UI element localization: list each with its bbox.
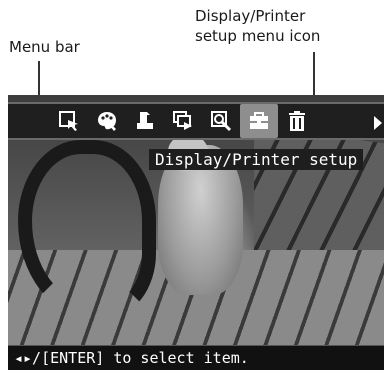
arrow-right-icon[interactable]	[374, 116, 382, 130]
search-icon[interactable]	[202, 104, 240, 138]
print-icon[interactable]	[126, 104, 164, 138]
trash-icon[interactable]	[278, 104, 316, 138]
setup-callout-line1: Display/Printer	[195, 7, 306, 25]
menu-bar	[8, 102, 384, 140]
setup-icon-callout: Display/Printer setup menu icon	[195, 6, 320, 46]
menu-tooltip: Display/Printer setup	[149, 149, 364, 170]
select-icon[interactable]	[50, 104, 88, 138]
toolbox-icon[interactable]	[240, 104, 278, 138]
slideshow-icon[interactable]	[164, 104, 202, 138]
lcd-screen: Display/Printer setup ◂▸/[ENTER] to sele…	[8, 95, 384, 370]
palette-icon[interactable]	[88, 104, 126, 138]
status-bar-hint: ◂▸/[ENTER] to select item.	[8, 346, 384, 370]
setup-callout-line2: setup menu icon	[195, 27, 321, 45]
menu-bar-callout: Menu bar	[9, 38, 80, 56]
